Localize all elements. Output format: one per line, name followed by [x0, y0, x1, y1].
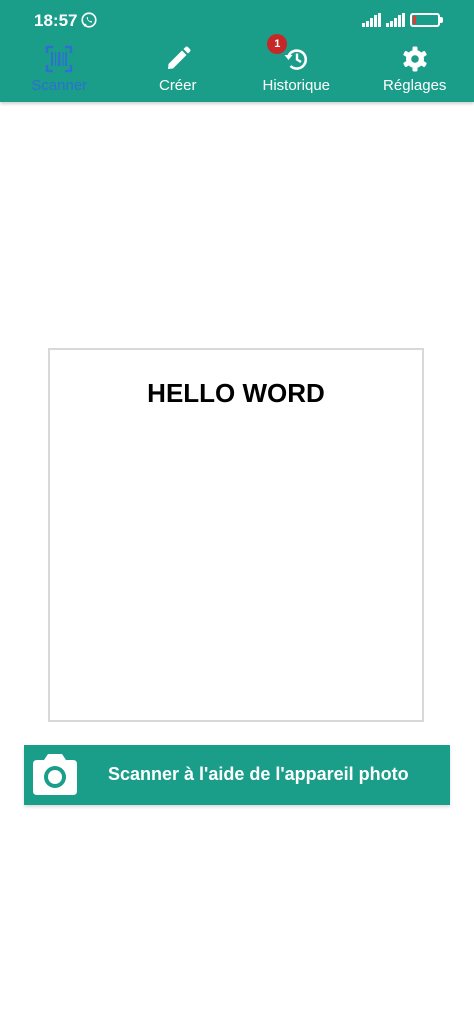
app-top-bar: 18:57 14 Scanner Créer 1 Historique Régl…: [0, 0, 474, 102]
status-time: 18:57: [34, 11, 78, 30]
tab-scanner[interactable]: Scanner: [0, 40, 119, 102]
camera-icon: [33, 754, 77, 795]
tab-bar: Scanner Créer 1 Historique Réglages: [0, 34, 474, 102]
tab-history[interactable]: 1 Historique: [237, 34, 356, 102]
barcode-scanner-icon: [46, 45, 73, 73]
tab-label: Historique: [262, 77, 331, 94]
status-bar: 18:57 14: [0, 0, 474, 40]
gear-icon: [403, 46, 427, 72]
signal-strength-icon: [386, 13, 405, 27]
tab-label: Réglages: [383, 77, 447, 94]
pencil-icon: [167, 46, 191, 69]
history-icon: [284, 49, 308, 70]
battery-tip: [440, 17, 443, 23]
tab-settings[interactable]: Réglages: [356, 40, 474, 102]
battery-level: 14: [419, 14, 431, 25]
tab-create[interactable]: Créer: [119, 40, 238, 102]
signal-strength-icon: [362, 13, 381, 27]
tab-label: Créer: [158, 77, 197, 94]
scan-button-label: Scanner à l'aide de l'appareil photo: [108, 764, 409, 784]
whatsapp-notification-icon: [81, 12, 97, 28]
tab-label: Scanner: [31, 77, 88, 94]
battery-icon: 14: [410, 13, 440, 27]
scan-with-camera-button[interactable]: Scanner à l'aide de l'appareil photo: [24, 745, 450, 805]
scan-result-panel: HELLO WORD: [48, 348, 424, 722]
scan-result-text: HELLO WORD: [147, 378, 325, 408]
